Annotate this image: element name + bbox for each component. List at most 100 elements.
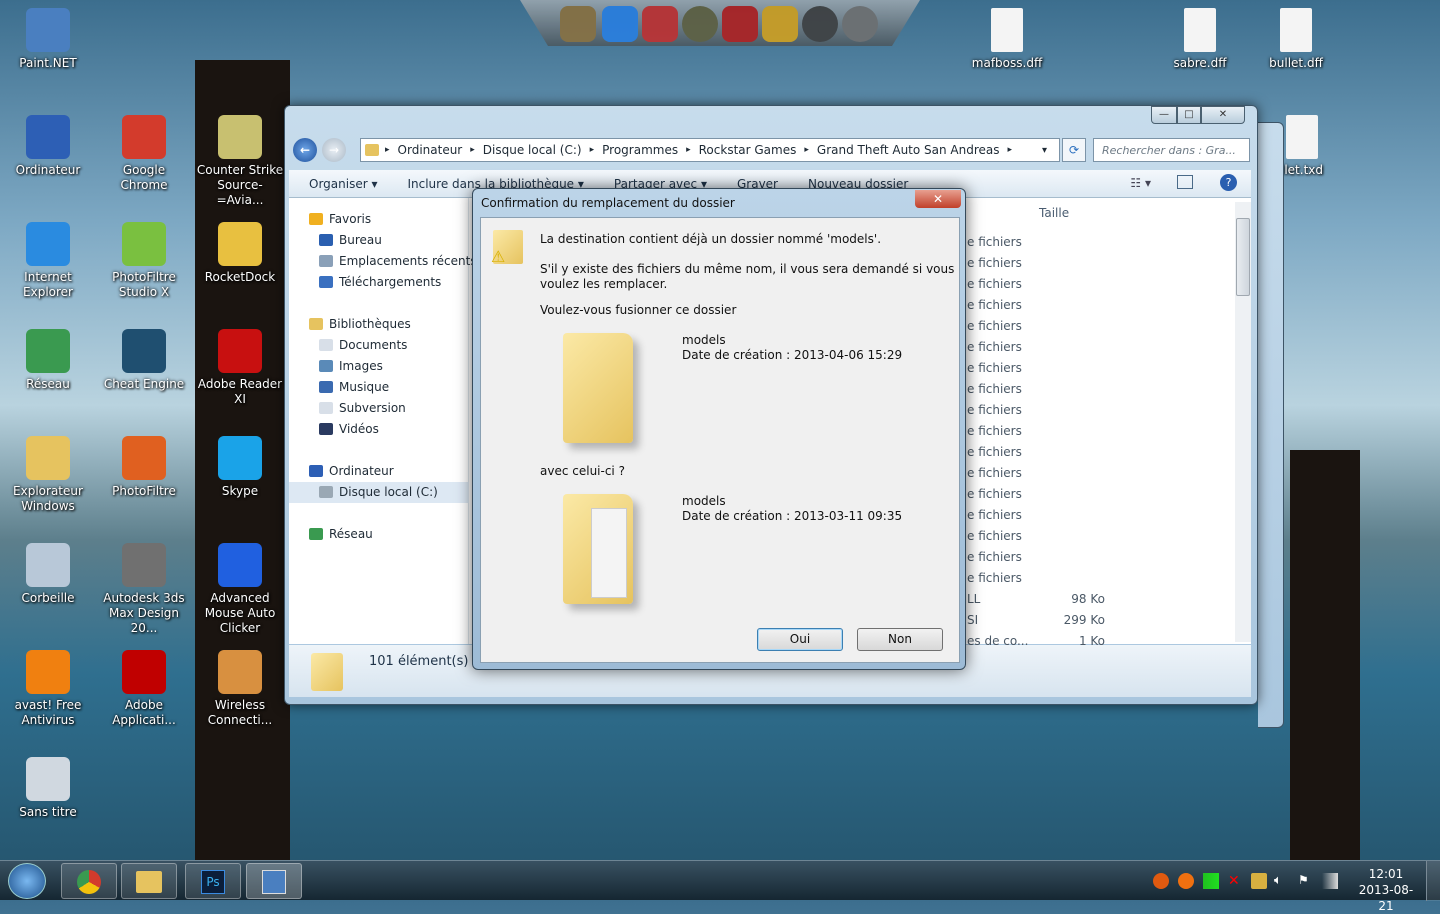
refresh-button[interactable]: ⟳: [1062, 138, 1086, 162]
desktop-icon[interactable]: Paint.NET: [2, 8, 94, 71]
taskbar-explorer[interactable]: [121, 863, 177, 899]
desktop-icon[interactable]: Autodesk 3ds Max Design 20...: [98, 543, 190, 636]
nav-disque-local[interactable]: Disque local (C:): [319, 485, 438, 499]
desktop-icon[interactable]: Explorateur Windows: [2, 436, 94, 514]
desktop-icon[interactable]: Ordinateur: [2, 115, 94, 178]
dialog-close-button[interactable]: ✕: [915, 190, 961, 208]
desktop-icon[interactable]: Réseau: [2, 329, 94, 392]
nav-bibliotheques[interactable]: Bibliothèques: [309, 317, 411, 331]
breadcrumb-item[interactable]: Ordinateur: [398, 143, 463, 157]
breadcrumb-separator[interactable]: ▸: [804, 145, 809, 155]
desktop-icon[interactable]: Wireless Connecti...: [194, 650, 286, 728]
desktop-icon[interactable]: Adobe Applicati...: [98, 650, 190, 728]
dock-rs-icon[interactable]: [560, 6, 596, 42]
help-icon[interactable]: ?: [1220, 174, 1237, 191]
view-options-icon[interactable]: ☷ ▾: [1130, 176, 1151, 190]
action-center-icon[interactable]: ⚑: [1298, 873, 1314, 889]
nav-images[interactable]: Images: [319, 359, 383, 373]
desktop-icon[interactable]: RocketDock: [194, 222, 286, 285]
file-row-type[interactable]: e fichiers: [967, 361, 1022, 375]
volume-icon[interactable]: 🔈︎: [1274, 873, 1290, 889]
desktop-icon[interactable]: Internet Explorer: [2, 222, 94, 300]
forward-button[interactable]: →: [322, 138, 346, 162]
yes-button[interactable]: Oui: [757, 628, 843, 651]
toolbar-button[interactable]: Organiser ▾: [309, 177, 377, 191]
desktop-icon[interactable]: Skype: [194, 436, 286, 499]
file-row-type[interactable]: e fichiers: [967, 235, 1022, 249]
file-row-type[interactable]: e fichiers: [967, 319, 1022, 333]
breadcrumb-item[interactable]: Grand Theft Auto San Andreas: [817, 143, 1000, 157]
file-row-type[interactable]: e fichiers: [967, 508, 1022, 522]
taskbar-chrome[interactable]: [61, 863, 117, 899]
dock-app-icon[interactable]: [722, 6, 758, 42]
scrollbar-thumb[interactable]: [1236, 218, 1250, 296]
nav-bureau[interactable]: Bureau: [319, 233, 382, 247]
file-row-type[interactable]: e fichiers: [967, 277, 1022, 291]
breadcrumb-item[interactable]: Rockstar Games: [699, 143, 797, 157]
file-row-type[interactable]: e fichiers: [967, 487, 1022, 501]
address-dropdown-icon[interactable]: ▾: [1042, 145, 1047, 156]
dock-g-icon[interactable]: [602, 6, 638, 42]
signal-strength-icon[interactable]: [1203, 873, 1219, 889]
breadcrumb-item[interactable]: Disque local (C:): [483, 143, 582, 157]
file-row-type[interactable]: e fichiers: [967, 529, 1022, 543]
desktop-file-icon[interactable]: sabre.dff: [1154, 8, 1246, 71]
breadcrumb-separator[interactable]: ▸: [590, 145, 595, 155]
desktop-icon[interactable]: avast! Free Antivirus: [2, 650, 94, 728]
nav-documents[interactable]: Documents: [319, 338, 407, 352]
file-row-type[interactable]: e fichiers: [967, 571, 1022, 585]
dock-lol-icon[interactable]: [762, 6, 798, 42]
tray-app-icon[interactable]: [1153, 873, 1169, 889]
nav-recents[interactable]: Emplacements récents: [319, 254, 477, 268]
file-row-type[interactable]: LL: [967, 592, 980, 606]
nav-subversion[interactable]: Subversion: [319, 401, 406, 415]
desktop-file-icon[interactable]: mafboss.dff: [961, 8, 1053, 71]
desktop-icon[interactable]: Corbeille: [2, 543, 94, 606]
minimize-button[interactable]: —: [1151, 106, 1177, 124]
column-header-taille[interactable]: Taille: [1039, 206, 1069, 220]
no-button[interactable]: Non: [857, 628, 943, 651]
file-row-type[interactable]: e fichiers: [967, 382, 1022, 396]
show-desktop-button[interactable]: [1426, 861, 1440, 901]
nav-musique[interactable]: Musique: [319, 380, 389, 394]
taskbar-photoshop[interactable]: Ps: [185, 863, 241, 899]
maximize-button[interactable]: □: [1177, 106, 1201, 124]
tray-avast-icon[interactable]: [1178, 873, 1194, 889]
file-row-type[interactable]: e fichiers: [967, 424, 1022, 438]
wifi-icon[interactable]: [1322, 873, 1338, 889]
scrollbar[interactable]: [1235, 202, 1251, 642]
nav-reseau[interactable]: Réseau: [309, 527, 373, 541]
breadcrumb-item[interactable]: Programmes: [602, 143, 678, 157]
back-button[interactable]: ←: [293, 138, 317, 162]
nav-favoris[interactable]: Favoris: [309, 212, 371, 226]
file-row-type[interactable]: e fichiers: [967, 550, 1022, 564]
dock-app-icon[interactable]: [642, 6, 678, 42]
file-row-type[interactable]: SI: [967, 613, 978, 627]
desktop-icon[interactable]: Counter Strike Source-=Avia...: [194, 115, 286, 208]
file-row-type[interactable]: e fichiers: [967, 445, 1022, 459]
breadcrumb-separator[interactable]: ▸: [470, 145, 475, 155]
clock[interactable]: 12:01 2013-08-21: [1356, 866, 1416, 914]
nav-videos[interactable]: Vidéos: [319, 422, 379, 436]
nav-telechargements[interactable]: Téléchargements: [319, 275, 441, 289]
breadcrumb-separator[interactable]: ▸: [686, 145, 691, 155]
desktop-icon[interactable]: Advanced Mouse Auto Clicker: [194, 543, 286, 636]
desktop-icon[interactable]: PhotoFiltre: [98, 436, 190, 499]
desktop-icon[interactable]: Cheat Engine: [98, 329, 190, 392]
file-row-type[interactable]: e fichiers: [967, 298, 1022, 312]
taskbar-paintnet[interactable]: [246, 863, 302, 899]
dock-game-icon[interactable]: [682, 6, 718, 42]
address-bar[interactable]: ▸ Ordinateur ▸ Disque local (C:) ▸ Programmes…: [360, 138, 1060, 162]
desktop-icon[interactable]: PhotoFiltre Studio X: [98, 222, 190, 300]
start-button[interactable]: [8, 863, 46, 899]
breadcrumb-separator[interactable]: ▸: [1008, 145, 1013, 155]
dock-steam-icon[interactable]: [842, 6, 878, 42]
desktop-file-icon[interactable]: bullet.dff: [1250, 8, 1342, 71]
file-row-type[interactable]: e fichiers: [967, 403, 1022, 417]
desktop-icon[interactable]: Google Chrome: [98, 115, 190, 193]
close-button[interactable]: ✕: [1201, 106, 1245, 124]
preview-pane-icon[interactable]: [1177, 175, 1193, 189]
file-row-type[interactable]: e fichiers: [967, 466, 1022, 480]
desktop-icon[interactable]: Adobe Reader XI: [194, 329, 286, 407]
nav-ordinateur[interactable]: Ordinateur: [309, 464, 394, 478]
